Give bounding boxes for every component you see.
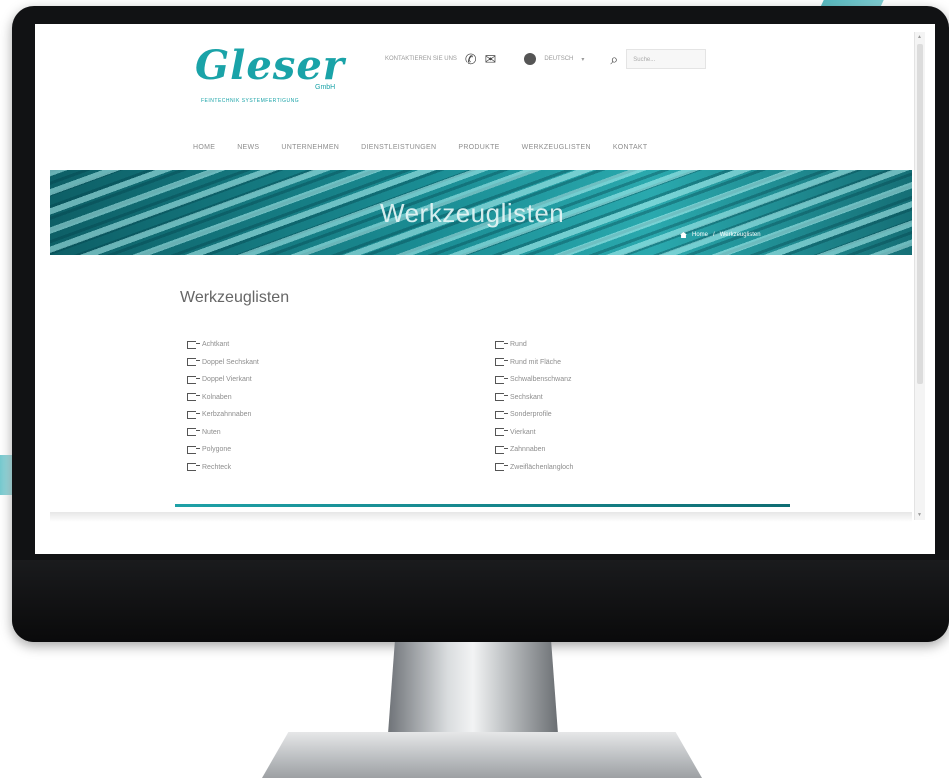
phone-icon[interactable]: ✆ [465, 52, 477, 66]
list-item-label: Vierkant [510, 428, 536, 436]
monitor-screen: Gleser GmbH FEINTECHNIK SYSTEMFERTIGUNG … [35, 24, 935, 554]
search-input[interactable]: Suche... [626, 49, 707, 69]
list-item[interactable]: Rund [495, 336, 573, 354]
list-item-label: Nuten [202, 428, 221, 436]
scrollbar-thumb[interactable] [917, 44, 923, 384]
breadcrumb-home[interactable]: Home [692, 232, 708, 238]
monitor-stand-neck [388, 642, 558, 734]
list-item[interactable]: Doppel Sechskant [187, 354, 259, 372]
list-item[interactable]: Schwalbenschwanz [495, 371, 573, 389]
language-select[interactable]: DEUTSCH [544, 56, 573, 62]
list-item[interactable]: Kolnaben [187, 389, 259, 407]
list-item[interactable]: Polygone [187, 441, 259, 459]
scroll-down-icon[interactable]: ▼ [917, 512, 922, 518]
external-link-icon [495, 445, 508, 454]
list-item-label: Kolnaben [202, 393, 232, 401]
mail-icon[interactable]: ✉ [485, 52, 497, 66]
logo-tagline: FEINTECHNIK SYSTEMFERTIGUNG [201, 98, 300, 104]
globe-icon [524, 53, 537, 65]
list-item[interactable]: Nuten [187, 424, 259, 442]
list-item[interactable]: Rechteck [187, 459, 259, 477]
list-item-label: Rechteck [202, 463, 232, 471]
external-link-icon [187, 428, 200, 437]
external-link-icon [187, 340, 200, 349]
search-icon[interactable]: ⌕ [610, 52, 618, 66]
top-bar: KONTAKTIEREN SIE UNS ✆ ✉ DEUTSCH ▾ ⌕ Suc… [385, 49, 707, 69]
list-item-label: Zahnnaben [510, 446, 546, 454]
site-logo[interactable]: Gleser GmbH FEINTECHNIK SYSTEMFERTIGUNG [195, 42, 345, 105]
main-navigation: HOME NEWS UNTERNEHMEN DIENSTLEISTUNGEN P… [193, 144, 647, 151]
external-link-icon [187, 375, 200, 384]
breadcrumb-separator: / [713, 232, 715, 238]
external-link-icon [495, 340, 508, 349]
nav-item-kontakt[interactable]: KONTAKT [613, 144, 648, 151]
tool-list-right: Rund Rund mit Fläche Schwalbenschwanz Se… [495, 336, 573, 476]
list-item-label: Polygone [202, 446, 232, 454]
nav-item-dienstleistungen[interactable]: DIENSTLEISTUNGEN [361, 144, 436, 151]
nav-item-home[interactable]: HOME [193, 144, 215, 151]
external-link-icon [187, 393, 200, 402]
chevron-down-icon[interactable]: ▾ [581, 56, 584, 63]
list-item[interactable]: Zahnnaben [495, 441, 573, 459]
external-link-icon [495, 410, 508, 419]
list-item-label: Rund mit Fläche [510, 358, 561, 366]
scroll-up-icon[interactable]: ▲ [917, 34, 922, 40]
nav-item-news[interactable]: NEWS [237, 144, 259, 151]
footer-divider [50, 512, 912, 522]
banner-title: Werkzeuglisten [380, 198, 565, 228]
nav-item-werkzeuglisten[interactable]: WERKZEUGLISTEN [522, 144, 591, 151]
footer-accent-line [175, 504, 790, 507]
external-link-icon [495, 428, 508, 437]
tool-list-left: Achtkant Doppel Sechskant Doppel Vierkan… [187, 336, 259, 476]
list-item[interactable]: Sonderprofile [495, 406, 573, 424]
list-item-label: Doppel Sechskant [202, 358, 259, 366]
breadcrumb: Home / Werkzeuglisten [680, 232, 761, 238]
monitor-chin [12, 560, 949, 642]
list-item[interactable]: Doppel Vierkant [187, 371, 259, 389]
list-item-label: Schwalbenschwanz [510, 376, 572, 384]
external-link-icon [187, 463, 200, 472]
nav-item-produkte[interactable]: PRODUKTE [458, 144, 499, 151]
list-item[interactable]: Achtkant [187, 336, 259, 354]
list-item-label: Sonderprofile [510, 411, 552, 419]
external-link-icon [187, 410, 200, 419]
home-icon[interactable] [680, 232, 687, 238]
list-item-label: Sechskant [510, 393, 543, 401]
scrollbar[interactable]: ▲ ▼ [914, 32, 925, 520]
list-item[interactable]: Zweiflächenlangloch [495, 459, 573, 477]
list-item[interactable]: Rund mit Fläche [495, 354, 573, 372]
external-link-icon [187, 445, 200, 454]
list-item-label: Doppel Vierkant [202, 376, 252, 384]
list-item-label: Zweiflächenlangloch [510, 463, 574, 471]
list-item-label: Rund [510, 341, 527, 349]
external-link-icon [495, 393, 508, 402]
hero-banner: Werkzeuglisten Home / Werkzeuglisten [50, 170, 912, 255]
page-title: Werkzeuglisten [180, 288, 290, 306]
external-link-icon [187, 358, 200, 367]
external-link-icon [495, 463, 508, 472]
logo-wordmark: Gleser [195, 42, 345, 89]
external-link-icon [495, 375, 508, 384]
list-item[interactable]: Vierkant [495, 424, 573, 442]
list-item[interactable]: Kerbzahnnaben [187, 406, 259, 424]
list-item[interactable]: Sechskant [495, 389, 573, 407]
list-item-label: Achtkant [202, 341, 230, 349]
list-item-label: Kerbzahnnaben [202, 411, 252, 419]
nav-item-unternehmen[interactable]: UNTERNEHMEN [281, 144, 339, 151]
monitor-stand-base [262, 732, 702, 778]
breadcrumb-current: Werkzeuglisten [719, 232, 761, 238]
contact-link[interactable]: KONTAKTIEREN SIE UNS [385, 56, 457, 62]
external-link-icon [495, 358, 508, 367]
logo-gmbh: GmbH [315, 84, 336, 91]
